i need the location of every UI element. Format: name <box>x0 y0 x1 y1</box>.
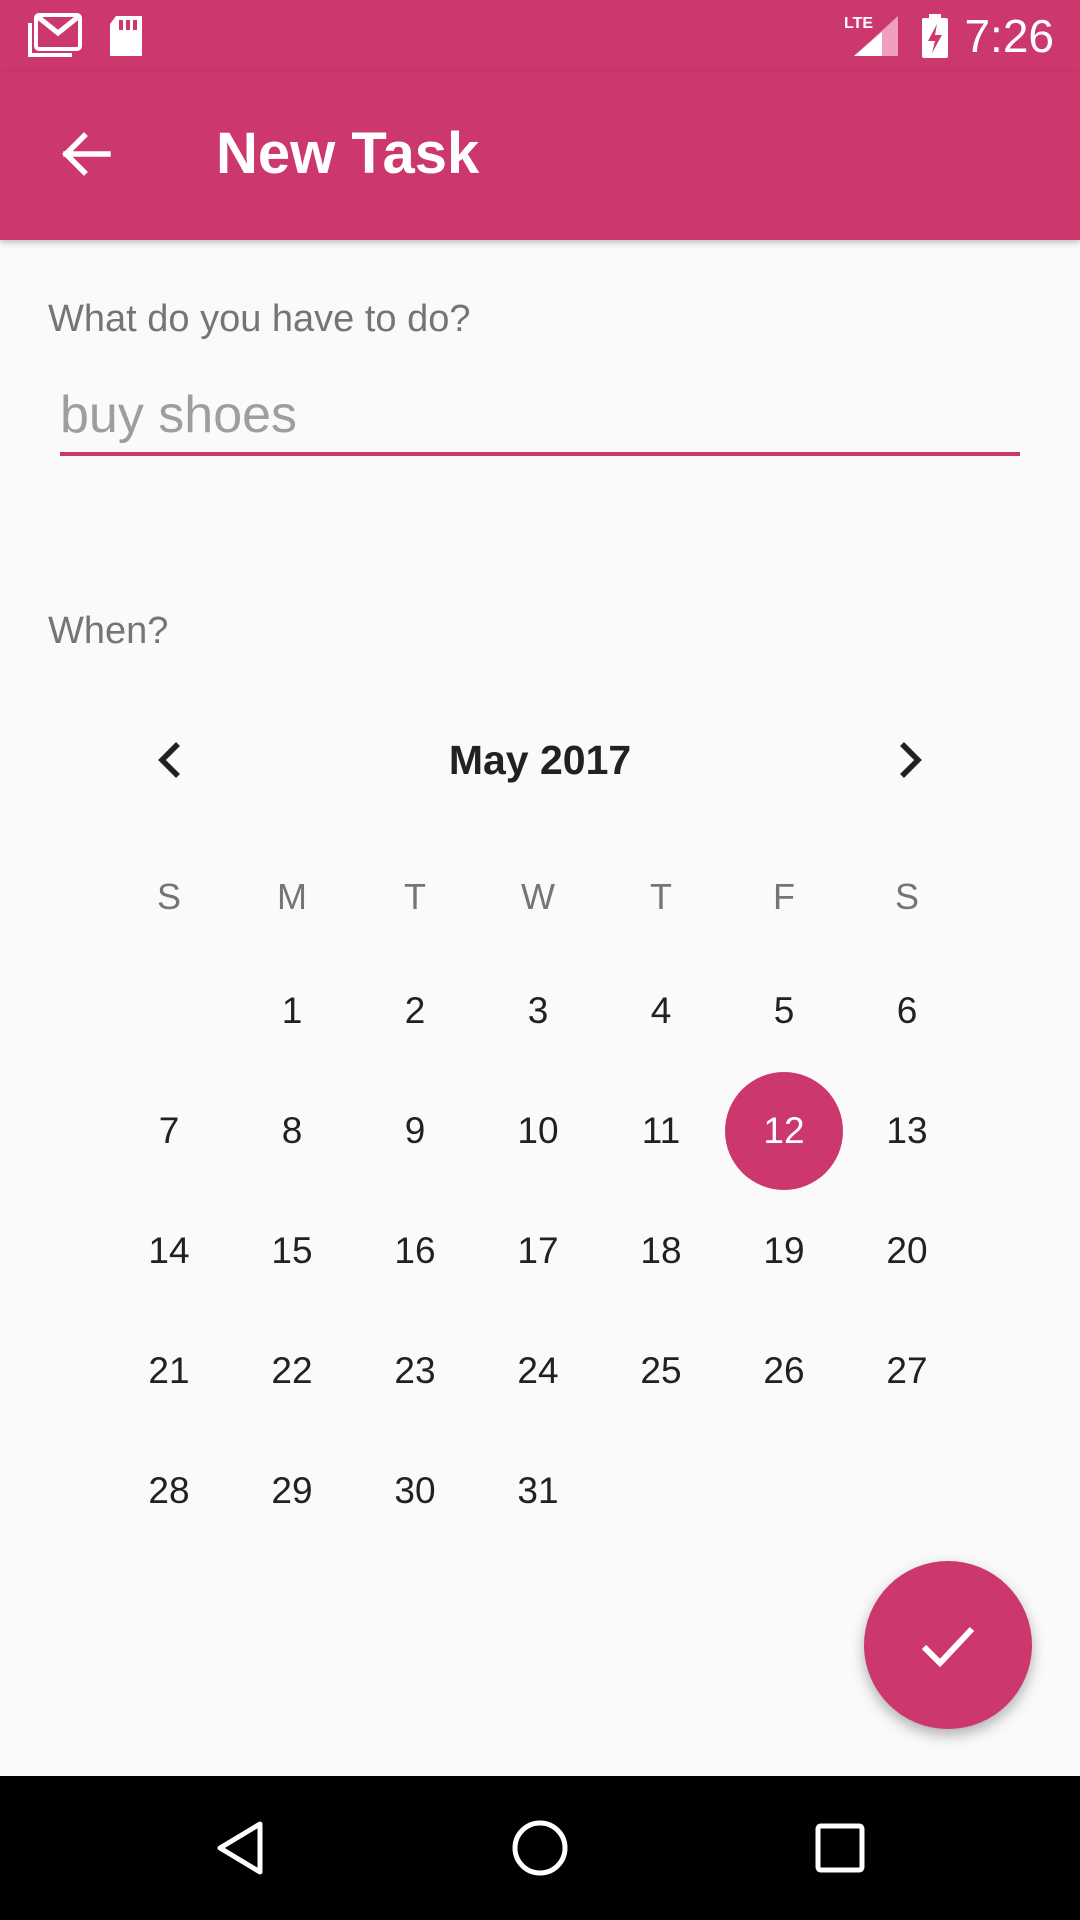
calendar-day[interactable]: 13 <box>848 1072 966 1190</box>
weekday-label: W <box>521 876 555 917</box>
nav-home-button[interactable] <box>490 1798 590 1898</box>
page-title: New Task <box>216 121 480 186</box>
gmail-icon <box>26 0 82 72</box>
next-month-button[interactable] <box>870 720 950 800</box>
status-bar: LTE 7:26 <box>0 0 1080 72</box>
system-nav-bar <box>0 1776 1080 1920</box>
calendar-day[interactable]: 27 <box>848 1312 966 1430</box>
weekday-label: T <box>650 876 672 917</box>
weekday-label: S <box>156 876 181 917</box>
recents-square-icon <box>815 1823 865 1873</box>
calendar-day[interactable]: 8 <box>233 1072 351 1190</box>
calendar-day[interactable]: 10 <box>479 1072 597 1190</box>
calendar-day[interactable]: 23 <box>356 1312 474 1430</box>
calendar-day[interactable]: 15 <box>233 1192 351 1310</box>
calendar-day[interactable]: 31 <box>479 1432 597 1550</box>
chevron-left-icon <box>158 742 180 778</box>
calendar-day[interactable]: 24 <box>479 1312 597 1430</box>
back-button[interactable] <box>38 106 134 202</box>
month-title: May 2017 <box>448 737 632 783</box>
calendar-day[interactable]: 5 <box>725 952 843 1070</box>
when-label: When? <box>48 610 169 652</box>
calendar-day[interactable]: 2 <box>356 952 474 1070</box>
calendar-day[interactable]: 28 <box>110 1432 228 1550</box>
task-input[interactable] <box>60 378 1020 456</box>
sd-card-icon <box>106 0 146 72</box>
weekday-label: S <box>894 876 919 917</box>
calendar-day[interactable]: 30 <box>356 1432 474 1550</box>
lte-signal-icon: LTE <box>842 0 900 72</box>
task-label: What do you have to do? <box>48 298 471 340</box>
weekday-label: M <box>277 876 307 917</box>
calendar-day[interactable]: 9 <box>356 1072 474 1190</box>
calendar-day[interactable]: 19 <box>725 1192 843 1310</box>
network-label: LTE <box>844 15 873 32</box>
calendar-day[interactable]: 1 <box>233 952 351 1070</box>
home-circle-icon <box>512 1820 568 1876</box>
calendar-day[interactable]: 6 <box>848 952 966 1070</box>
arrow-back-icon <box>62 132 111 176</box>
calendar-day[interactable]: 16 <box>356 1192 474 1310</box>
calendar-day[interactable]: 7 <box>110 1072 228 1190</box>
calendar-day[interactable]: 11 <box>602 1072 720 1190</box>
chevron-right-icon <box>900 742 922 778</box>
calendar-day[interactable]: 4 <box>602 952 720 1070</box>
nav-recents-button[interactable] <box>790 1798 890 1898</box>
calendar-day[interactable]: 25 <box>602 1312 720 1430</box>
weekday-label: T <box>404 876 426 917</box>
status-time: 7:26 <box>964 10 1054 62</box>
calendar-day-selected[interactable]: 12 <box>725 1072 843 1190</box>
calendar-day[interactable]: 14 <box>110 1192 228 1310</box>
calendar-day[interactable]: 20 <box>848 1192 966 1310</box>
calendar-day[interactable]: 18 <box>602 1192 720 1310</box>
previous-month-button[interactable] <box>130 720 210 800</box>
calendar-day[interactable]: 22 <box>233 1312 351 1430</box>
calendar-day[interactable]: 3 <box>479 952 597 1070</box>
back-triangle-icon <box>217 1821 263 1875</box>
app-bar: New Task <box>0 72 1080 240</box>
check-icon <box>921 1626 975 1668</box>
calendar-day[interactable]: 21 <box>110 1312 228 1430</box>
battery-charging-icon <box>920 0 950 72</box>
weekday-label: F <box>773 876 795 917</box>
calendar-day[interactable]: 26 <box>725 1312 843 1430</box>
calendar-day[interactable]: 29 <box>233 1432 351 1550</box>
calendar-day[interactable]: 17 <box>479 1192 597 1310</box>
nav-back-button[interactable] <box>190 1798 290 1898</box>
save-task-button[interactable] <box>864 1561 1032 1729</box>
